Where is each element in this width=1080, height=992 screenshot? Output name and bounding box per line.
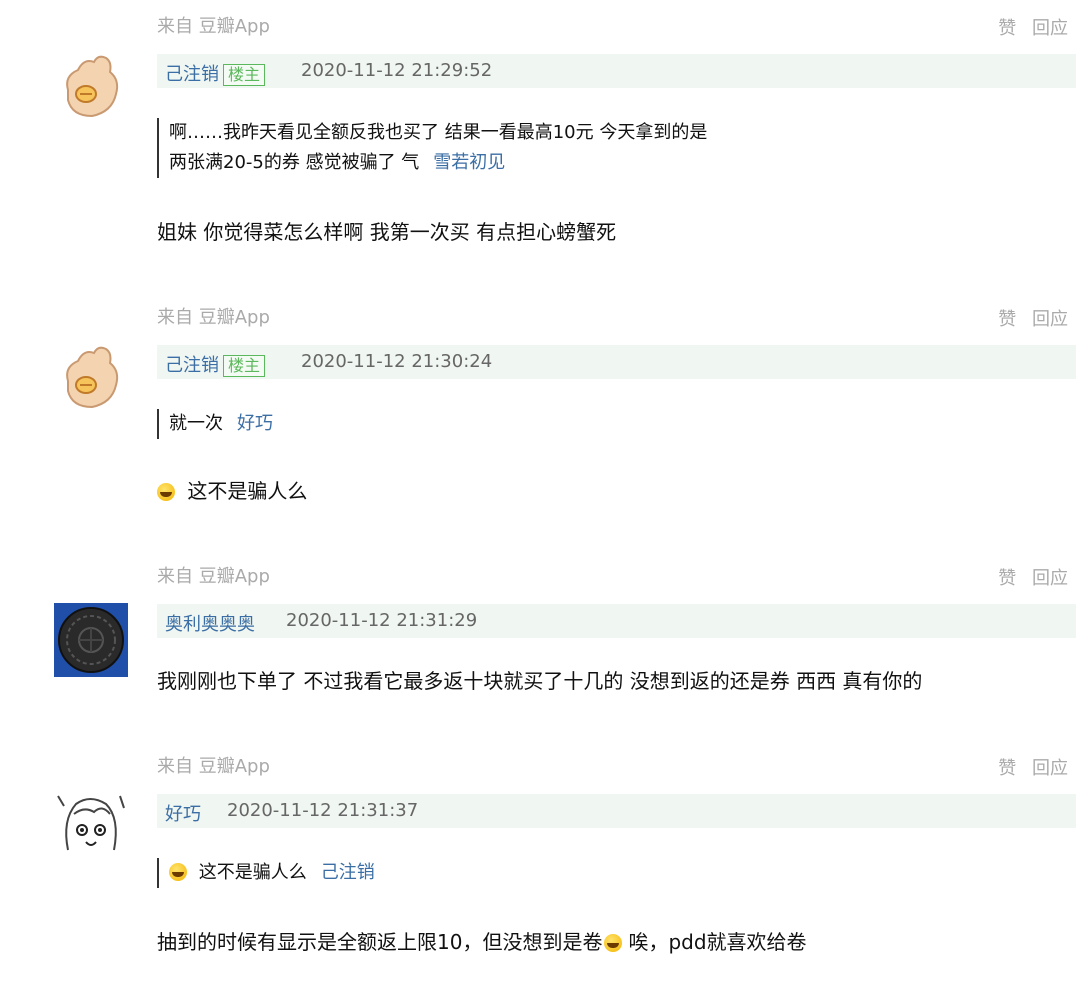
quoted-reply: 啊……我昨天看见全额反我也买了 结果一看最高10元 今天拿到的是 两张满20-5… [157,118,707,178]
comment-text: 姐妹 你觉得菜怎么样啊 我第一次买 有点担心螃蟹死 [157,220,617,244]
comment-actions: 赞 回应 [988,754,1068,780]
quote-author-link[interactable]: 己注销 [321,862,375,883]
quote-line: 就一次 好巧 [169,413,273,434]
comment-source: 来自 豆瓣App [157,756,270,777]
comment-actions: 赞 回应 [988,305,1068,331]
anime-avatar [54,790,128,864]
like-button[interactable]: 赞 [998,568,1016,589]
reply-button[interactable]: 回应 [1032,568,1068,589]
ok-hand-icon [66,55,119,118]
username-link[interactable]: 好巧 [165,800,201,826]
comment-text: 抽到的时候有显示是全额返上限10，但没想到是卷 唉，pdd就喜欢给卷 [157,930,807,954]
quoted-reply: 就一次 好巧 [157,409,273,439]
quote-author-link[interactable]: 雪若初见 [433,152,505,173]
like-button[interactable]: 赞 [998,309,1016,330]
comment-header: 好巧 2020-11-12 21:31:37 [157,794,1076,828]
comment-header: 奥利奥奥奥 2020-11-12 21:31:29 [157,604,1076,638]
laughing-emoji-icon [169,863,187,881]
quoted-reply: 这不是骗人么 己注销 [157,858,375,888]
timestamp: 2020-11-12 21:31:37 [227,800,419,821]
timestamp: 2020-11-12 21:31:29 [286,610,478,631]
comment-text: 这不是骗人么 [157,475,307,504]
reply-button[interactable]: 回应 [1032,758,1068,779]
comment-source: 来自 豆瓣App [157,307,270,328]
avatar[interactable] [54,341,128,415]
laughing-emoji-icon [604,934,623,952]
ok-hand-icon [66,346,119,409]
username-link[interactable]: 己注销 楼主 [165,60,266,86]
comment-actions: 赞 回应 [988,14,1068,40]
oreo-avatar [54,603,128,677]
avatar[interactable] [54,790,128,864]
avatar[interactable] [54,50,128,124]
op-badge: 楼主 [223,355,266,377]
like-button[interactable]: 赞 [998,18,1016,39]
reply-button[interactable]: 回应 [1032,309,1068,330]
comment-header: 己注销 楼主 2020-11-12 21:30:24 [157,345,1076,379]
like-button[interactable]: 赞 [998,758,1016,779]
quote-line: 啊……我昨天看见全额反我也买了 结果一看最高10元 今天拿到的是 [169,122,708,143]
timestamp: 2020-11-12 21:30:24 [301,351,493,372]
reply-button[interactable]: 回应 [1032,18,1068,39]
comment-text: 我刚刚也下单了 不过我看它最多返十块就买了十几的 没想到返的还是券 西西 真有你… [157,669,923,693]
quote-author-link[interactable]: 好巧 [237,413,273,434]
username-link[interactable]: 己注销 楼主 [165,351,266,377]
username-link[interactable]: 奥利奥奥奥 [165,610,255,636]
op-badge: 楼主 [223,64,266,86]
comment-header: 己注销 楼主 2020-11-12 21:29:52 [157,54,1076,88]
comment-source: 来自 豆瓣App [157,566,270,587]
comment-source: 来自 豆瓣App [157,16,270,37]
avatar[interactable] [54,603,128,677]
comment-actions: 赞 回应 [988,564,1068,590]
laughing-emoji-icon [157,483,175,501]
quote-line: 这不是骗人么 己注销 [169,858,375,888]
quote-line: 两张满20-5的券 感觉被骗了 气雪若初见 [169,152,506,173]
timestamp: 2020-11-12 21:29:52 [301,60,493,81]
